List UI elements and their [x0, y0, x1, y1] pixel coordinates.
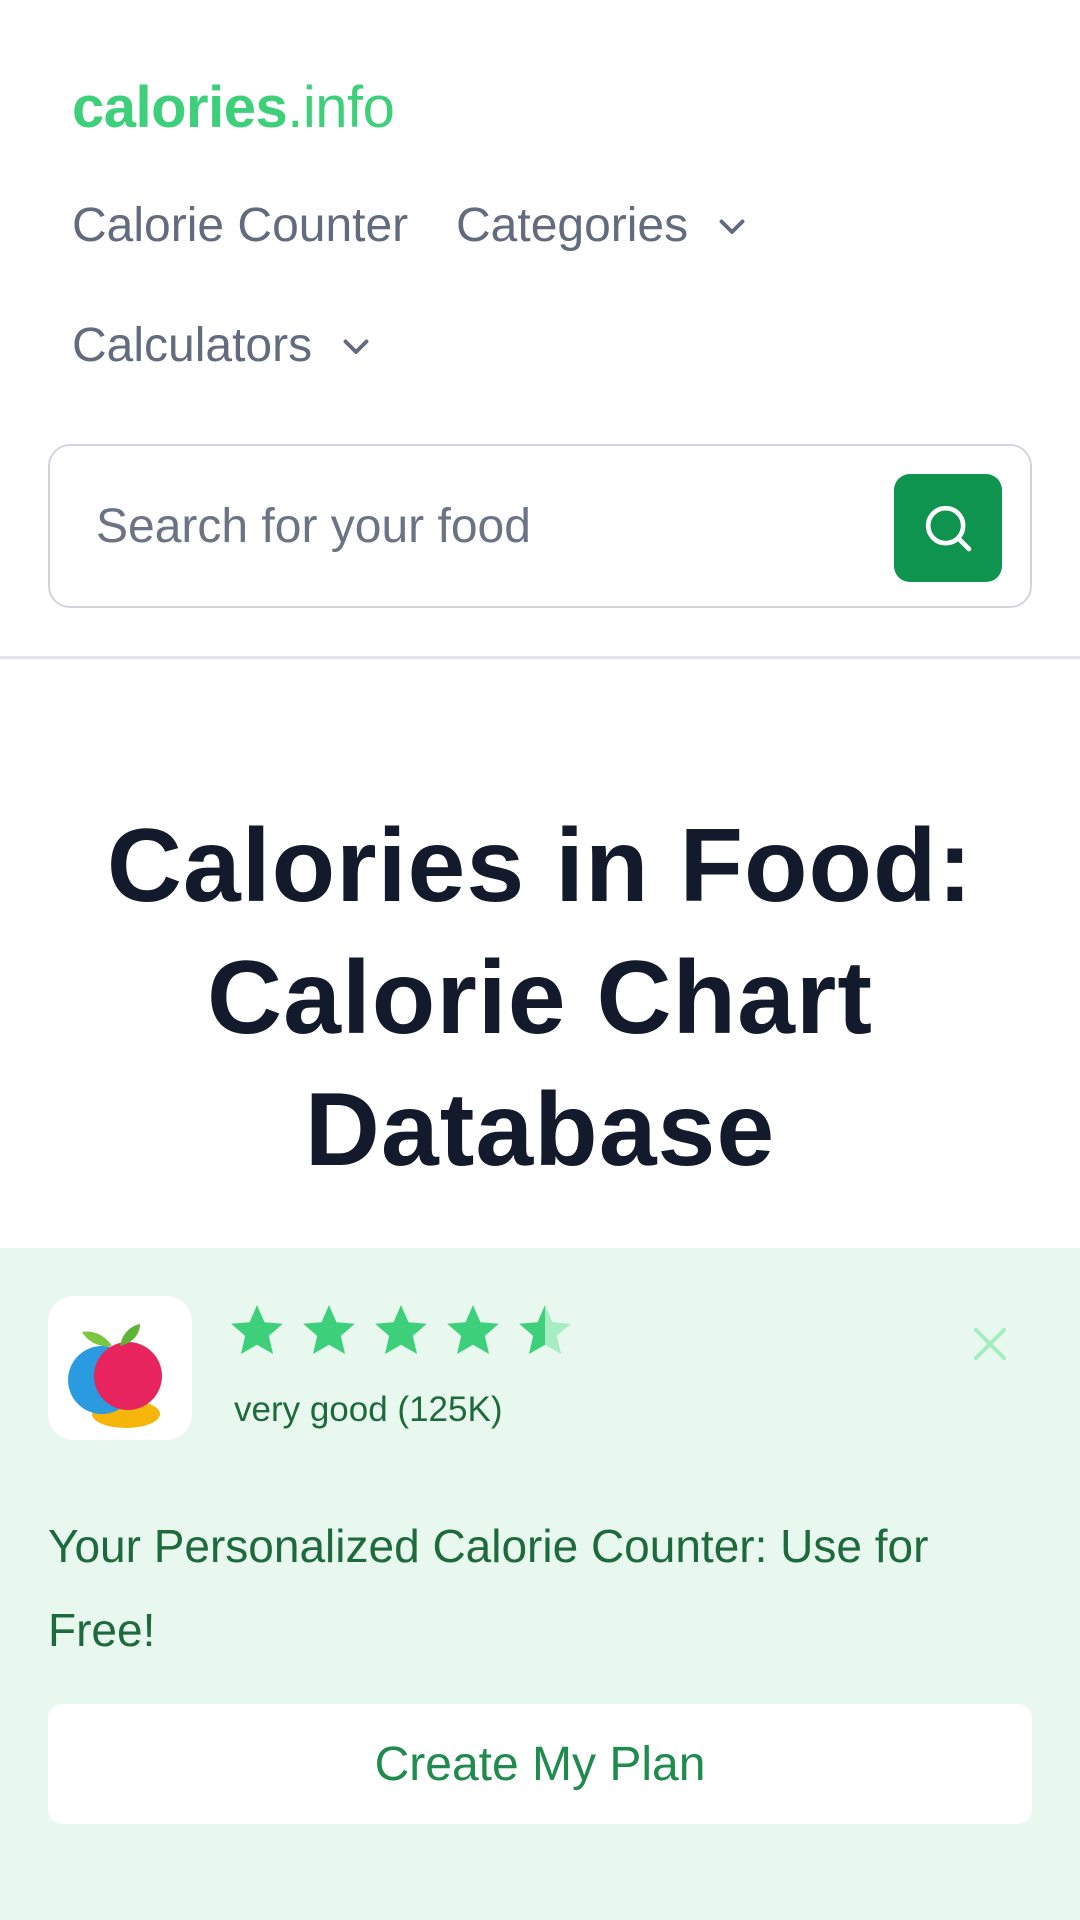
search-bar	[48, 444, 1032, 608]
apple-logo-icon	[68, 1324, 162, 1428]
nav-categories-dropdown[interactable]: Categories	[456, 196, 750, 256]
rating-text: very good (125K)	[234, 1390, 503, 1429]
logo-main: calories	[72, 75, 288, 140]
nav-calculators-label: Calculators	[72, 319, 313, 372]
chevron-down-icon	[343, 339, 369, 354]
star-icon	[231, 1305, 283, 1354]
create-plan-button[interactable]: Create My Plan	[48, 1704, 1032, 1824]
apple-app-icon[interactable]	[48, 1296, 192, 1440]
search-icon	[925, 505, 972, 552]
star-icon	[447, 1305, 499, 1354]
star-icon	[303, 1305, 355, 1354]
chevron-down-icon	[719, 219, 745, 234]
nav-calorie-counter[interactable]: Calorie Counter	[72, 196, 408, 256]
logo-suffix: .info	[287, 75, 395, 140]
close-icon[interactable]	[966, 1320, 1014, 1368]
site-logo[interactable]: calories.info	[72, 72, 395, 144]
app-promo-banner: very good (125K) Your Personalized Calor…	[0, 1248, 1080, 1920]
nav-calorie-counter-label: Calorie Counter	[72, 199, 409, 252]
star-icon	[375, 1305, 427, 1354]
header-divider	[0, 656, 1080, 659]
nav-categories-label: Categories	[456, 199, 689, 252]
rating-stars	[226, 1300, 576, 1362]
search-input[interactable]	[96, 496, 856, 556]
nav-calculators-dropdown[interactable]: Calculators	[72, 316, 374, 376]
promo-headline: Your Personalized Calorie Counter: Use f…	[48, 1520, 929, 1656]
page-title: Calories in Food: Calorie Chart Database	[106, 808, 974, 1188]
search-button[interactable]	[894, 474, 1002, 582]
star-half-icon	[519, 1305, 571, 1354]
